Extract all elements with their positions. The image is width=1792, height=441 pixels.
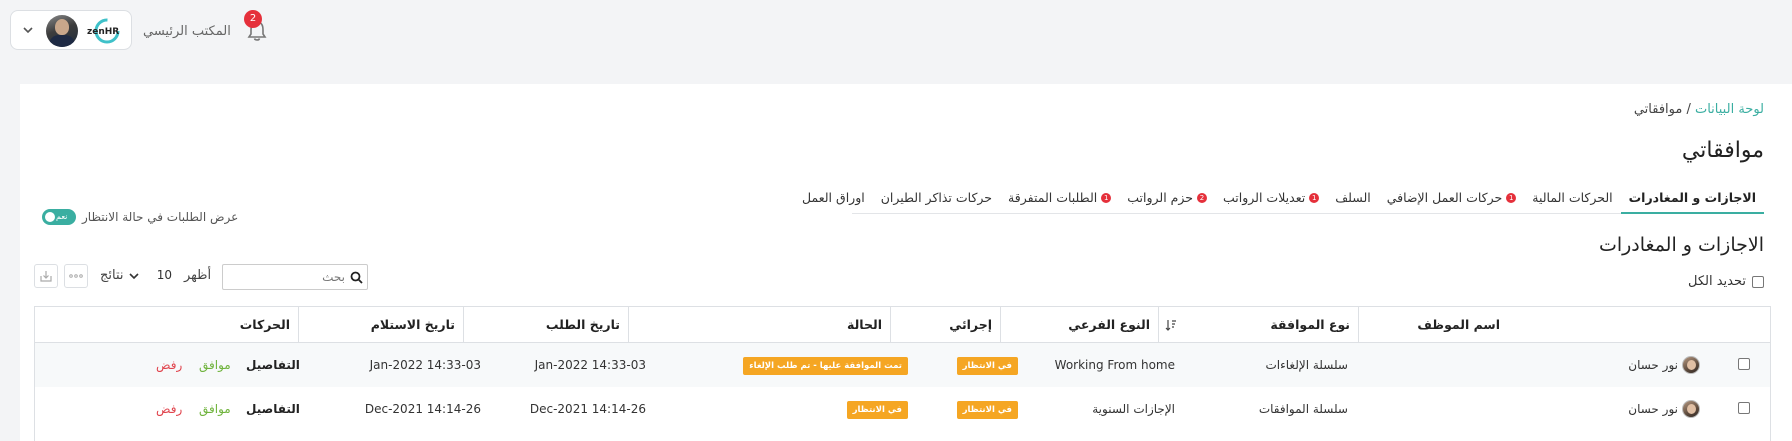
received-date-cell: 26-Dec-2021 14:14	[364, 402, 481, 416]
chevron-down-icon	[23, 27, 33, 34]
pending-toggle: نعم عرض الطلبات في حالة الانتظار	[42, 208, 238, 226]
col-actions: الحركات	[239, 317, 290, 332]
show-label: أظهر	[184, 268, 212, 283]
tab-salary-adjustments[interactable]: تعديلات الرواتب 1	[1215, 180, 1327, 214]
status-cell: في الانتظار	[846, 387, 908, 431]
tab-misc-requests[interactable]: الطلبات المتفرقة 1	[1000, 180, 1119, 214]
tab-count-badge: 2	[1197, 193, 1208, 203]
col-my-action[interactable]: إجرائي	[890, 307, 1000, 343]
more-options-button[interactable]	[64, 264, 88, 288]
col-employee[interactable]: اسم الموظف	[1358, 307, 1508, 343]
col-subtype[interactable]: النوع الفرعي	[1000, 307, 1158, 343]
approval-type-cell: سلسلة الموافقات	[1258, 402, 1348, 416]
request-date-cell: 26-Dec-2021 14:14	[529, 402, 646, 416]
approvals-table: الحركات تاريخ الاستلام تاريخ الطلب الحال…	[34, 306, 1771, 441]
tab-leaves[interactable]: الاجازات و المغادرات	[1620, 180, 1764, 214]
status-badge: في الانتظار	[956, 400, 1018, 419]
zenhr-logo: zenHR	[87, 18, 120, 44]
search-box	[222, 264, 368, 290]
subtype-cell: الإجازات السنوية	[1092, 402, 1175, 416]
details-link[interactable]: التفاصيل	[246, 343, 300, 387]
breadcrumb: لوحة البيانات / موافقاتي	[1634, 102, 1764, 117]
approval-type-cell: سلسلة الإلغاءات	[1265, 358, 1348, 372]
status-badge: تمت الموافقة عليها - تم طلب الإلغاء	[743, 356, 908, 375]
page-title: موافقاتي	[1681, 138, 1764, 163]
col-received-date[interactable]: تاريخ الاستلام	[298, 307, 463, 343]
notification-badge: 2	[244, 10, 262, 28]
col-status[interactable]: الحالة	[628, 307, 890, 343]
pending-toggle-label: عرض الطلبات في حالة الانتظار	[82, 210, 239, 224]
employee-cell[interactable]: نور حسان	[1628, 343, 1700, 387]
col-approval-type[interactable]: نوع الموافقة	[1158, 307, 1358, 343]
office-label[interactable]: المكتب الرئيسي	[143, 24, 231, 39]
my-action-cell: في الانتظار	[956, 387, 1018, 431]
approve-link[interactable]: موافق	[199, 343, 231, 387]
table-row: نور حسان سلسلة الموافقات الإجازات السنوي…	[35, 387, 1770, 431]
breadcrumb-home-link[interactable]: لوحة البيانات	[1695, 102, 1764, 117]
approve-link[interactable]: موافق	[199, 387, 231, 431]
tab-salary-packages[interactable]: حزم الرواتب 2	[1119, 180, 1215, 214]
select-all: تحديد الكل	[1688, 274, 1764, 289]
sort-icon[interactable]	[1165, 319, 1177, 331]
download-button[interactable]	[34, 264, 58, 288]
col-request-date[interactable]: تاريخ الطلب	[463, 307, 628, 343]
search-input[interactable]	[227, 268, 345, 286]
tab-overtime[interactable]: حركات العمل الإضافي 1	[1379, 180, 1525, 214]
tab-advances[interactable]: السلف	[1327, 180, 1379, 214]
section-title: الاجازات و المغادرات	[1598, 234, 1764, 256]
select-all-label: تحديد الكل	[1687, 274, 1746, 289]
account-switcher[interactable]: zenHR	[10, 10, 132, 50]
status-badge: في الانتظار	[956, 356, 1018, 375]
pending-switch[interactable]: نعم	[42, 209, 76, 225]
received-date-cell: 03-Jan-2022 14:33	[369, 358, 481, 372]
my-action-cell: في الانتظار	[956, 343, 1018, 387]
breadcrumb-separator: /	[1682, 102, 1695, 117]
svg-text:zenHR: zenHR	[87, 27, 119, 37]
results-label: نتائج	[100, 268, 124, 283]
tab-timesheets[interactable]: اوراق العمل	[794, 180, 873, 214]
row-checkbox[interactable]	[1738, 402, 1750, 414]
chevron-down-icon	[129, 273, 139, 280]
details-link[interactable]: التفاصيل	[246, 387, 300, 431]
employee-avatar	[1682, 356, 1700, 374]
tab-count-badge: 1	[1309, 193, 1320, 203]
approval-tabs: الاجازات و المغادرات الحركات المالية حرك…	[802, 180, 1764, 214]
select-all-checkbox[interactable]	[1752, 275, 1764, 288]
table-row: نور حسان سلسلة الإلغاءات Working From ho…	[35, 343, 1770, 387]
employee-cell[interactable]: نور حسان	[1628, 387, 1700, 431]
download-icon	[40, 271, 52, 282]
page-size-select[interactable]: 10	[124, 264, 176, 288]
row-checkbox[interactable]	[1738, 358, 1750, 370]
tab-financial[interactable]: الحركات المالية	[1524, 180, 1620, 214]
breadcrumb-current: موافقاتي	[1633, 102, 1683, 117]
request-date-cell: 03-Jan-2022 14:33	[534, 358, 646, 372]
reject-link[interactable]: رفض	[156, 387, 182, 431]
user-avatar	[46, 15, 78, 47]
status-cell: تمت الموافقة عليها - تم طلب الإلغاء	[743, 343, 908, 387]
search-icon	[350, 271, 363, 284]
status-badge: في الانتظار	[846, 400, 908, 419]
reject-link[interactable]: رفض	[156, 343, 182, 387]
table-header: الحركات تاريخ الاستلام تاريخ الطلب الحال…	[35, 307, 1770, 343]
employee-avatar	[1682, 400, 1700, 418]
more-icon	[69, 274, 83, 278]
top-bar: zenHR المكتب الرئيسي 2	[0, 0, 1792, 62]
subtype-cell: Working From home	[1054, 358, 1175, 372]
tab-count-badge: 1	[1101, 193, 1112, 203]
tab-flight-tickets[interactable]: حركات تذاكر الطيران	[873, 180, 1000, 214]
tab-count-badge: 1	[1506, 193, 1517, 203]
employee-name: نور حسان	[1628, 402, 1678, 416]
employee-name: نور حسان	[1628, 358, 1678, 372]
main-card: لوحة البيانات / موافقاتي موافقاتي الاجاز…	[20, 84, 1792, 441]
